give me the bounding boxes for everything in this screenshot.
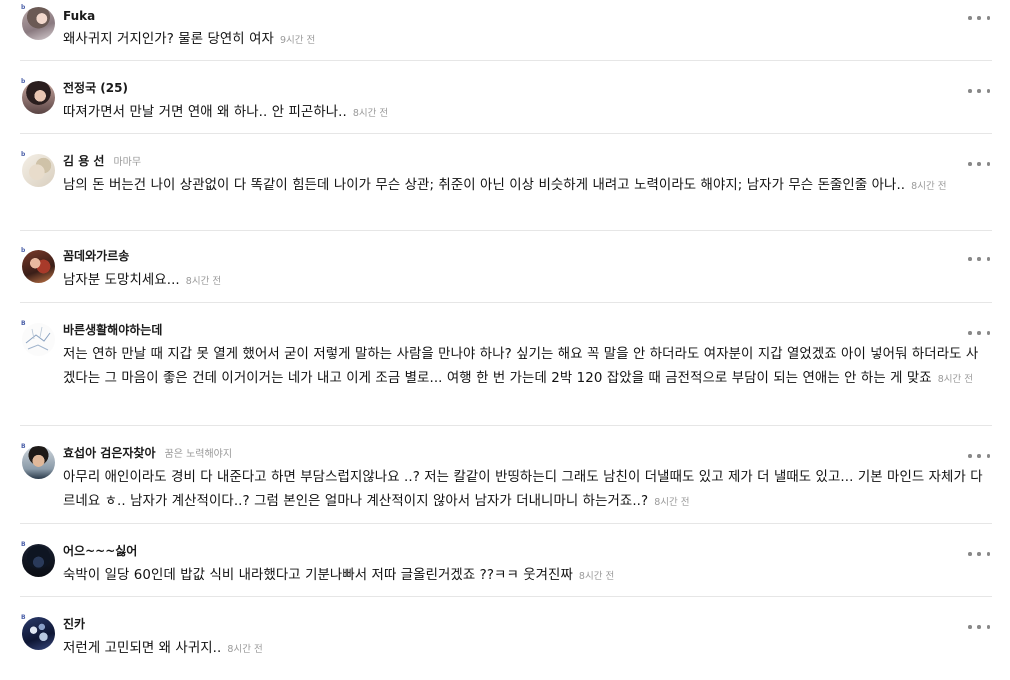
timestamp: 8시간 전 [185, 276, 222, 287]
comment-text: 남의 돈 버는건 나이 상관없이 다 똑같이 힘든데 나이가 무슨 상관; 취준… [63, 178, 906, 193]
comment-header: 진카 [63, 617, 85, 631]
comment-text: 숙박이 일당 60인데 밥값 식비 내라했다고 기분나빠서 저따 글올린거겠죠 … [63, 568, 573, 583]
comment-body: 저는 연하 만날 때 지갑 못 열게 했어서 굳이 저렇게 말하는 사람을 만나… [63, 343, 988, 391]
more-options-button[interactable] [968, 254, 990, 264]
level-badge: b [21, 78, 26, 85]
comment-item: b 꼼데와가르송 남자분 도망치세요... 8시간 전 [20, 231, 992, 303]
comment-header: Fuka [63, 9, 95, 23]
comment-body: 남의 돈 버는건 나이 상관없이 다 똑같이 힘든데 나이가 무슨 상관; 취준… [63, 174, 988, 199]
avatar-image [22, 7, 55, 40]
avatar[interactable]: B [21, 320, 55, 356]
comment-text: 저런게 고민되면 왜 사귀지.. [63, 641, 222, 656]
avatar[interactable]: b [21, 78, 55, 114]
comment-text: 아무리 애인이라도 경비 다 내준다고 하면 부담스럽지않나요 ..? 저는 칼… [63, 470, 983, 509]
avatar-image [22, 617, 55, 650]
nickname[interactable]: 진카 [63, 617, 85, 631]
avatar-image [22, 323, 55, 356]
more-options-button[interactable] [968, 86, 990, 96]
comment-text: 저는 연하 만날 때 지갑 못 열게 했어서 굳이 저렇게 말하는 사람을 만나… [63, 347, 979, 386]
drawing-icon [25, 326, 51, 351]
comment-text: 남자분 도망치세요... [63, 273, 180, 288]
more-horizontal-icon [968, 625, 972, 629]
timestamp: 8시간 전 [227, 644, 263, 655]
comment-item: B 진카 저런게 고민되면 왜 사귀지.. 8시간 전 [20, 597, 992, 679]
comment-header: 꼼데와가르송 [63, 249, 129, 263]
avatar[interactable]: B [21, 443, 55, 479]
user-title: 꿈은 노력해야지 [164, 449, 233, 460]
avatar-image [22, 81, 55, 114]
more-horizontal-icon [968, 16, 972, 20]
more-horizontal-icon [968, 552, 972, 556]
comment-body: 따져가면서 만날 거면 연애 왜 하나.. 안 피곤하나.. 8시간 전 [63, 101, 988, 126]
level-badge: B [21, 614, 26, 621]
avatar[interactable]: B [21, 541, 55, 577]
nickname[interactable]: 효섭아 검은자찾아 [63, 446, 156, 460]
comment-text: 왜사귀지 거지인가? 물론 당연히 여자 [63, 32, 274, 47]
more-options-button[interactable] [968, 549, 990, 559]
avatar-image [22, 154, 55, 187]
comment-header: 어으~~~싫어 [63, 544, 137, 558]
avatar[interactable]: b [21, 247, 55, 283]
avatar-image [22, 250, 55, 283]
more-horizontal-icon [968, 454, 972, 458]
level-badge: b [21, 151, 26, 158]
nickname[interactable]: 전정국 (25) [63, 81, 128, 95]
nickname[interactable]: 꼼데와가르송 [63, 249, 129, 263]
user-title: 마마무 [113, 157, 142, 168]
timestamp: 8시간 전 [578, 571, 615, 582]
more-horizontal-icon [968, 162, 972, 166]
comment-item: b 김 용 선 마마무 남의 돈 버는건 나이 상관없이 다 똑같이 힘든데 나이… [20, 134, 992, 231]
comment-body: 저런게 고민되면 왜 사귀지.. 8시간 전 [63, 637, 988, 662]
level-badge: b [21, 247, 26, 254]
avatar-image [22, 544, 55, 577]
comment-body: 왜사귀지 거지인가? 물론 당연히 여자 9시간 전 [63, 28, 988, 53]
comment-body: 남자분 도망치세요... 8시간 전 [63, 269, 988, 294]
comment-body: 숙박이 일당 60인데 밥값 식비 내라했다고 기분나빠서 저따 글올린거겠죠 … [63, 564, 988, 589]
avatar-image [22, 446, 55, 479]
comment-item: b 전정국 (25) 따져가면서 만날 거면 연애 왜 하나.. 안 피곤하나.… [20, 61, 992, 134]
timestamp: 8시간 전 [911, 181, 947, 192]
nickname[interactable]: 어으~~~싫어 [63, 544, 137, 558]
more-horizontal-icon [968, 331, 972, 335]
nickname[interactable]: 바른생활해야하는데 [63, 323, 162, 337]
timestamp: 8시간 전 [654, 496, 690, 508]
timestamp: 9시간 전 [279, 35, 316, 46]
avatar[interactable]: b [21, 151, 55, 187]
comment-item: B 어으~~~싫어 숙박이 일당 60인데 밥값 식비 내라했다고 기분나빠서 … [20, 524, 992, 597]
more-horizontal-icon [968, 89, 972, 93]
comment-header: 바른생활해야하는데 [63, 323, 162, 337]
comment-header: 전정국 (25) [63, 81, 128, 95]
more-options-button[interactable] [968, 13, 990, 23]
level-badge: B [21, 443, 26, 450]
timestamp: 8시간 전 [352, 108, 389, 119]
level-badge: B [21, 541, 26, 548]
comment-header: 김 용 선 마마무 [63, 154, 141, 170]
comment-item: B 바른생활해야하는데 저는 연하 만날 때 지갑 못 열게 했어서 굳이 저렇… [20, 303, 992, 426]
avatar[interactable]: b [21, 4, 55, 40]
comment-text: 따져가면서 만날 거면 연애 왜 하나.. 안 피곤하나.. [63, 105, 347, 120]
comment-item: B 효섭아 검은자찾아 꿈은 노력해야지 아무리 애인이라도 경비 다 내준다고 … [20, 426, 992, 524]
comment-header: 효섭아 검은자찾아 꿈은 노력해야지 [63, 446, 232, 462]
level-badge: B [21, 320, 26, 327]
comment-item: b Fuka 왜사귀지 거지인가? 물론 당연히 여자 9시간 전 [20, 0, 992, 61]
comment-body: 아무리 애인이라도 경비 다 내준다고 하면 부담스럽지않나요 ..? 저는 칼… [63, 466, 988, 514]
nickname[interactable]: 김 용 선 [63, 154, 104, 168]
more-horizontal-icon [968, 257, 972, 261]
level-badge: b [21, 4, 26, 11]
timestamp: 8시간 전 [937, 373, 974, 385]
avatar[interactable]: B [21, 614, 55, 650]
comment-list: b Fuka 왜사귀지 거지인가? 물론 당연히 여자 9시간 전 b 전정국 (… [0, 0, 1010, 679]
more-options-button[interactable] [968, 622, 990, 632]
more-options-button[interactable] [968, 451, 990, 461]
more-options-button[interactable] [968, 159, 990, 169]
more-options-button[interactable] [968, 328, 990, 338]
nickname[interactable]: Fuka [63, 9, 95, 23]
